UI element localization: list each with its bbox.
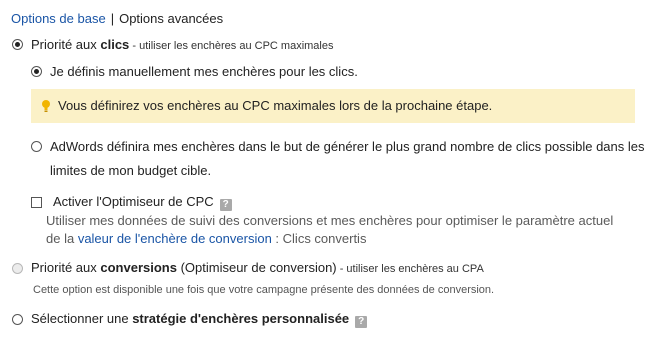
auto-bids-line1: AdWords définira mes enchères dans le bu… [50, 139, 645, 154]
auto-bids-line2: limites de mon budget cible. [50, 163, 212, 178]
conversion-bid-value-link[interactable]: valeur de l'enchère de conversion [78, 231, 272, 246]
desc-line2-suffix: : Clics convertis [271, 231, 367, 246]
desc-line2-prefix: de la [46, 231, 78, 246]
clicks-priority-prefix: Priorité aux [31, 37, 101, 52]
custom-strategy-label: Sélectionner une stratégie d'enchères pe… [31, 311, 368, 328]
lightbulb-icon [42, 100, 50, 112]
cpc-optimizer-desc-line2: de la valeur de l'enchère de conversion … [46, 231, 366, 246]
conversions-priority-label: Priorité aux conversions (Optimiseur de … [31, 260, 484, 275]
conversions-priority-bold: conversions [100, 260, 177, 275]
custom-strategy-radio[interactable] [12, 314, 23, 325]
auto-bids-radio[interactable] [31, 141, 42, 152]
conversions-priority-mid: (Optimiseur de conversion) [176, 260, 337, 275]
cpc-notice-box: Vous définirez vos enchères au CPC maxim… [31, 89, 635, 123]
clicks-priority-suffix: - utiliser les enchères au CPC maximales [129, 40, 334, 52]
options-tabs: Options de base | Options avancées [11, 11, 223, 26]
manual-bids-radio[interactable] [31, 66, 42, 77]
conversions-priority-suffix: - utiliser les enchères au CPA [336, 263, 484, 275]
conversions-priority-prefix: Priorité aux [31, 260, 101, 275]
tab-advanced-options[interactable]: Options avancées [119, 11, 223, 26]
cpc-optimizer-checkbox[interactable] [31, 197, 42, 208]
cpc-optimizer-label-text: Activer l'Optimiseur de CPC [53, 194, 214, 209]
cpc-optimizer-desc-line1: Utiliser mes données de suivi des conver… [46, 213, 614, 228]
clicks-priority-radio[interactable] [12, 39, 23, 50]
tab-separator: | [110, 11, 115, 26]
notice-text: Vous définirez vos enchères au CPC maxim… [58, 98, 493, 113]
clicks-priority-bold: clics [100, 37, 130, 52]
conversions-priority-note: Cette option est disponible une fois que… [33, 284, 495, 296]
conversions-priority-radio[interactable] [12, 263, 23, 274]
clicks-priority-label: Priorité aux clics - utiliser les enchèr… [31, 37, 333, 52]
tab-basic-options[interactable]: Options de base [11, 11, 106, 26]
custom-strategy-prefix: Sélectionner une [31, 311, 133, 326]
help-icon[interactable]: ? [219, 199, 232, 211]
cpc-optimizer-label: Activer l'Optimiseur de CPC? [53, 194, 232, 211]
custom-strategy-bold: stratégie d'enchères personnalisée [132, 311, 350, 326]
help-icon[interactable]: ? [355, 316, 368, 328]
manual-bids-label: Je définis manuellement mes enchères pou… [50, 64, 358, 79]
